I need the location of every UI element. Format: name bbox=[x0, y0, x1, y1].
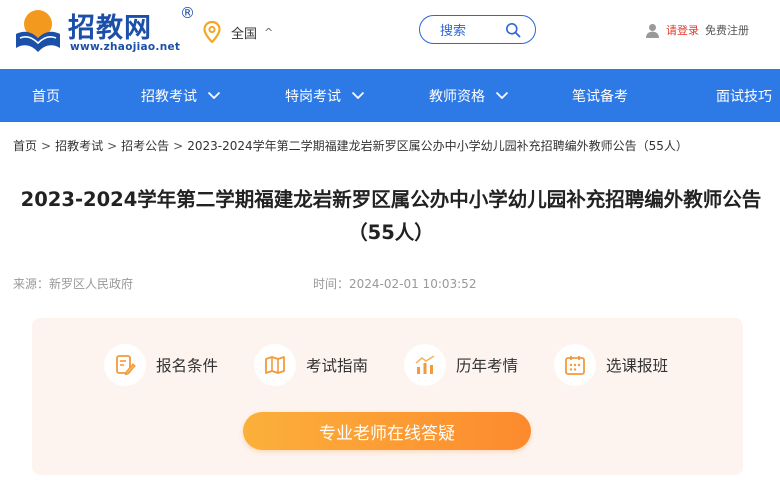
feature-exam-guide[interactable]: 考试指南 bbox=[254, 344, 368, 386]
register-link[interactable]: 免费注册 bbox=[705, 22, 749, 38]
site-logo[interactable]: 招教网 ® www.zhaojiao.net bbox=[14, 4, 195, 62]
breadcrumb-separator: > bbox=[41, 139, 52, 153]
nav-item-label: 特岗考试 bbox=[285, 88, 341, 105]
chevron-down-icon bbox=[207, 91, 221, 100]
breadcrumb: 首页 > 招教考试 > 招考公告 >2023-2024学年第二学期福建龙岩新罗区属公办中小… bbox=[13, 137, 688, 154]
nav-item-label: 招教考试 bbox=[141, 88, 197, 105]
feature-label: 选课报班 bbox=[606, 357, 669, 375]
location-text: 全国 bbox=[231, 26, 258, 42]
user-area: 请登录 免费注册 bbox=[645, 20, 749, 40]
nav-item-label: 笔试备考 bbox=[572, 88, 628, 105]
nav-item-label: 首页 bbox=[32, 88, 60, 105]
feature-label: 历年考情 bbox=[456, 357, 519, 375]
breadcrumb-home[interactable]: 首页 bbox=[13, 139, 37, 153]
nav-item-teacher-cert[interactable]: 教师资格 bbox=[429, 69, 509, 122]
map-guide-icon bbox=[254, 344, 296, 386]
nav-item-home[interactable]: 首页 bbox=[32, 69, 60, 122]
main-nav: 首页 招教考试 特岗考试 教师资格 笔试备考 面试技巧 bbox=[0, 69, 780, 122]
logo-registered-mark: ® bbox=[180, 4, 195, 22]
feature-registration-conditions[interactable]: 报名条件 bbox=[104, 344, 218, 386]
nav-item-label: 教师资格 bbox=[429, 88, 485, 105]
chevron-down-icon bbox=[351, 91, 365, 100]
calendar-icon bbox=[554, 344, 596, 386]
form-edit-icon bbox=[104, 344, 146, 386]
nav-item-recruit-exam[interactable]: 招教考试 bbox=[141, 69, 221, 122]
nav-item-written-prep[interactable]: 笔试备考 bbox=[572, 69, 628, 122]
logo-text: 招教网 bbox=[68, 13, 152, 44]
breadcrumb-announcements[interactable]: 招考公告 bbox=[121, 139, 169, 153]
nav-item-label: 面试技巧 bbox=[716, 88, 772, 105]
bar-chart-icon bbox=[404, 344, 446, 386]
feature-course-enrollment[interactable]: 选课报班 bbox=[554, 344, 668, 386]
breadcrumb-current: 2023-2024学年第二学期福建龙岩新罗区属公办中小学幼儿园补充招聘编外教师公… bbox=[187, 139, 688, 153]
location-selector[interactable]: 全国 ^ bbox=[203, 20, 273, 44]
online-qa-button[interactable]: 专业老师在线答疑 bbox=[243, 412, 531, 450]
feature-label: 报名条件 bbox=[156, 357, 219, 375]
search-label: 搜索 bbox=[440, 24, 467, 39]
page-title: 2023-2024学年第二学期福建龙岩新罗区属公办中小学幼儿园补充招聘编外教师公… bbox=[20, 188, 762, 244]
feature-past-exam-stats[interactable]: 历年考情 bbox=[404, 344, 518, 386]
chevron-down-icon bbox=[495, 91, 509, 100]
user-icon bbox=[646, 23, 659, 38]
search-icon[interactable] bbox=[505, 22, 521, 38]
feature-label: 考试指南 bbox=[306, 357, 369, 375]
breadcrumb-recruit-exam[interactable]: 招教考试 bbox=[55, 139, 103, 153]
breadcrumb-separator: > bbox=[173, 139, 184, 153]
article-time: 时间：2024-02-01 10:03:52 bbox=[313, 277, 477, 291]
chevron-up-icon: ^ bbox=[264, 26, 274, 39]
search-box[interactable]: 搜索 bbox=[419, 15, 536, 44]
breadcrumb-separator: > bbox=[107, 139, 118, 153]
login-link[interactable]: 请登录 bbox=[666, 22, 699, 38]
site-header: 招教网 ® www.zhaojiao.net 全国 ^ 搜索 请登录 免费注册 bbox=[0, 0, 780, 69]
article-source: 来源：新罗区人民政府 bbox=[13, 277, 134, 291]
location-pin-icon bbox=[203, 21, 221, 43]
nav-item-interview-tips[interactable]: 面试技巧 bbox=[716, 69, 772, 122]
service-card: 报名条件 考试指南 历年考情 选课报班 专业老师在线答疑 bbox=[32, 318, 743, 475]
logo-mark-icon bbox=[16, 10, 60, 52]
nav-item-special-post-exam[interactable]: 特岗考试 bbox=[285, 69, 365, 122]
logo-url: www.zhaojiao.net bbox=[70, 41, 181, 53]
